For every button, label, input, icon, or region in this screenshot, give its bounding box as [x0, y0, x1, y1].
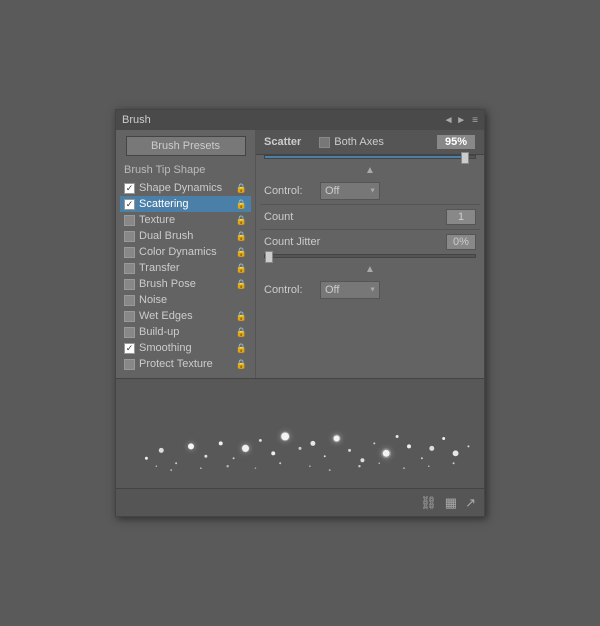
count-jitter-label: Count Jitter [264, 236, 320, 248]
left-panel: Brush Presets Brush Tip Shape ✓ Shape Dyn… [116, 130, 256, 378]
control-row-2: Control: Off [256, 277, 484, 303]
menu-label: Wet Edges [139, 310, 193, 322]
menu-label: Texture [139, 214, 175, 226]
checkbox-dual-brush[interactable] [124, 231, 135, 242]
top-section: Brush Presets Brush Tip Shape ✓ Shape Dyn… [116, 130, 484, 378]
collapse-icon[interactable]: ◄ ► [444, 115, 467, 126]
titlebar-controls: ◄ ► ≡ [444, 115, 478, 126]
sparkles-svg [116, 379, 484, 488]
scatter-header: Scatter Both Axes 95% [256, 130, 484, 155]
lock-icon: 🔒 [236, 311, 247, 322]
checkbox-color-dynamics[interactable] [124, 247, 135, 258]
both-axes-group: Both Axes [319, 136, 384, 148]
menu-label: Shape Dynamics [139, 182, 222, 194]
menu-label: Dual Brush [139, 230, 193, 242]
panel-titlebar: Brush ◄ ► ≡ [116, 110, 484, 130]
jitter-slider-track[interactable] [264, 254, 476, 258]
jitter-arrow: ▲ [256, 262, 484, 277]
menu-item-noise[interactable]: Noise [120, 292, 251, 308]
export-icon[interactable]: ↗ [465, 495, 476, 511]
checkbox-smoothing[interactable]: ✓ [124, 343, 135, 354]
panel-title: Brush [122, 114, 151, 126]
lock-icon: 🔒 [236, 327, 247, 338]
checkbox-build-up[interactable] [124, 327, 135, 338]
panel-body: Brush Presets Brush Tip Shape ✓ Shape Dyn… [116, 130, 484, 516]
menu-item-build-up[interactable]: Build-up 🔒 [120, 324, 251, 340]
lock-icon: 🔒 [236, 231, 247, 242]
lock-icon: 🔒 [236, 199, 247, 210]
control-select-wrapper-1[interactable]: Off [320, 182, 380, 200]
menu-label: Color Dynamics [139, 246, 217, 258]
menu-item-transfer[interactable]: Transfer 🔒 [120, 260, 251, 276]
brush-panel: Brush ◄ ► ≡ Brush Presets Brush Tip Shap… [115, 109, 485, 517]
scatter-slider-thumb[interactable] [461, 152, 469, 164]
menu-item-brush-pose[interactable]: Brush Pose 🔒 [120, 276, 251, 292]
menu-label: Brush Pose [139, 278, 196, 290]
count-jitter-row: Count Jitter 0% [256, 230, 484, 254]
brush-tip-shape-label: Brush Tip Shape [120, 164, 251, 176]
menu-item-color-dynamics[interactable]: Color Dynamics 🔒 [120, 244, 251, 260]
checkbox-protect-texture[interactable] [124, 359, 135, 370]
lock-icon: 🔒 [236, 215, 247, 226]
scatter-slider-fill [265, 156, 465, 158]
checkbox-wet-edges[interactable] [124, 311, 135, 322]
menu-item-wet-edges[interactable]: Wet Edges 🔒 [120, 308, 251, 324]
control-select-wrapper-2[interactable]: Off [320, 281, 380, 299]
lock-icon: 🔒 [236, 263, 247, 274]
brush-presets-button[interactable]: Brush Presets [126, 136, 246, 156]
lock-icon: 🔒 [236, 343, 247, 354]
checkbox-noise[interactable] [124, 295, 135, 306]
count-row: Count 1 [256, 205, 484, 229]
count-label: Count [264, 211, 293, 223]
checkbox-brush-pose[interactable] [124, 279, 135, 290]
grid-icon[interactable]: ▦ [445, 495, 457, 511]
menu-list: ✓Shape Dynamics🔒✓Scattering🔒Texture🔒Dual… [120, 180, 251, 372]
scatter-arrow: ▲ [256, 163, 484, 178]
scatter-percent-badge[interactable]: 95% [436, 134, 476, 150]
menu-label: Transfer [139, 262, 180, 274]
checkbox-scattering[interactable]: ✓ [124, 199, 135, 210]
control-select-1[interactable]: Off [320, 182, 380, 200]
menu-item-scattering[interactable]: ✓ Scattering 🔒 [120, 196, 251, 212]
right-panel: Scatter Both Axes 95% ▲ Control: [256, 130, 484, 378]
checkbox-shape-dynamics[interactable]: ✓ [124, 183, 135, 194]
menu-item-texture[interactable]: Texture 🔒 [120, 212, 251, 228]
lock-icon: 🔒 [236, 279, 247, 290]
lock-icon: 🔒 [236, 247, 247, 258]
right-spacer [256, 303, 484, 363]
menu-label: Build-up [139, 326, 179, 338]
menu-label: Smoothing [139, 342, 192, 354]
panel-footer: ⛓ ▦ ↗ [116, 488, 484, 516]
menu-item-shape-dynamics[interactable]: ✓ Shape Dynamics 🔒 [120, 180, 251, 196]
control-label-2: Control: [264, 284, 314, 296]
scatter-slider-track[interactable] [264, 155, 476, 159]
count-jitter-value[interactable]: 0% [446, 234, 476, 250]
control-select-2[interactable]: Off [320, 281, 380, 299]
menu-item-dual-brush[interactable]: Dual Brush 🔒 [120, 228, 251, 244]
control-row-1: Control: Off [256, 178, 484, 204]
link-icon[interactable]: ⛓ [420, 495, 437, 511]
menu-item-protect-texture[interactable]: Protect Texture 🔒 [120, 356, 251, 372]
menu-icon[interactable]: ≡ [472, 115, 478, 126]
count-value[interactable]: 1 [446, 209, 476, 225]
menu-item-smoothing[interactable]: ✓ Smoothing 🔒 [120, 340, 251, 356]
both-axes-checkbox[interactable] [319, 137, 330, 148]
checkbox-texture[interactable] [124, 215, 135, 226]
checkbox-transfer[interactable] [124, 263, 135, 274]
scatter-label: Scatter [264, 136, 301, 148]
menu-label: Scattering [139, 198, 189, 210]
preview-area [116, 378, 484, 488]
both-axes-label: Both Axes [334, 136, 384, 148]
lock-icon: 🔒 [236, 359, 247, 370]
jitter-slider-thumb[interactable] [265, 251, 273, 263]
control-label-1: Control: [264, 185, 314, 197]
lock-icon: 🔒 [236, 183, 247, 194]
menu-label: Protect Texture [139, 358, 213, 370]
menu-label: Noise [139, 294, 167, 306]
